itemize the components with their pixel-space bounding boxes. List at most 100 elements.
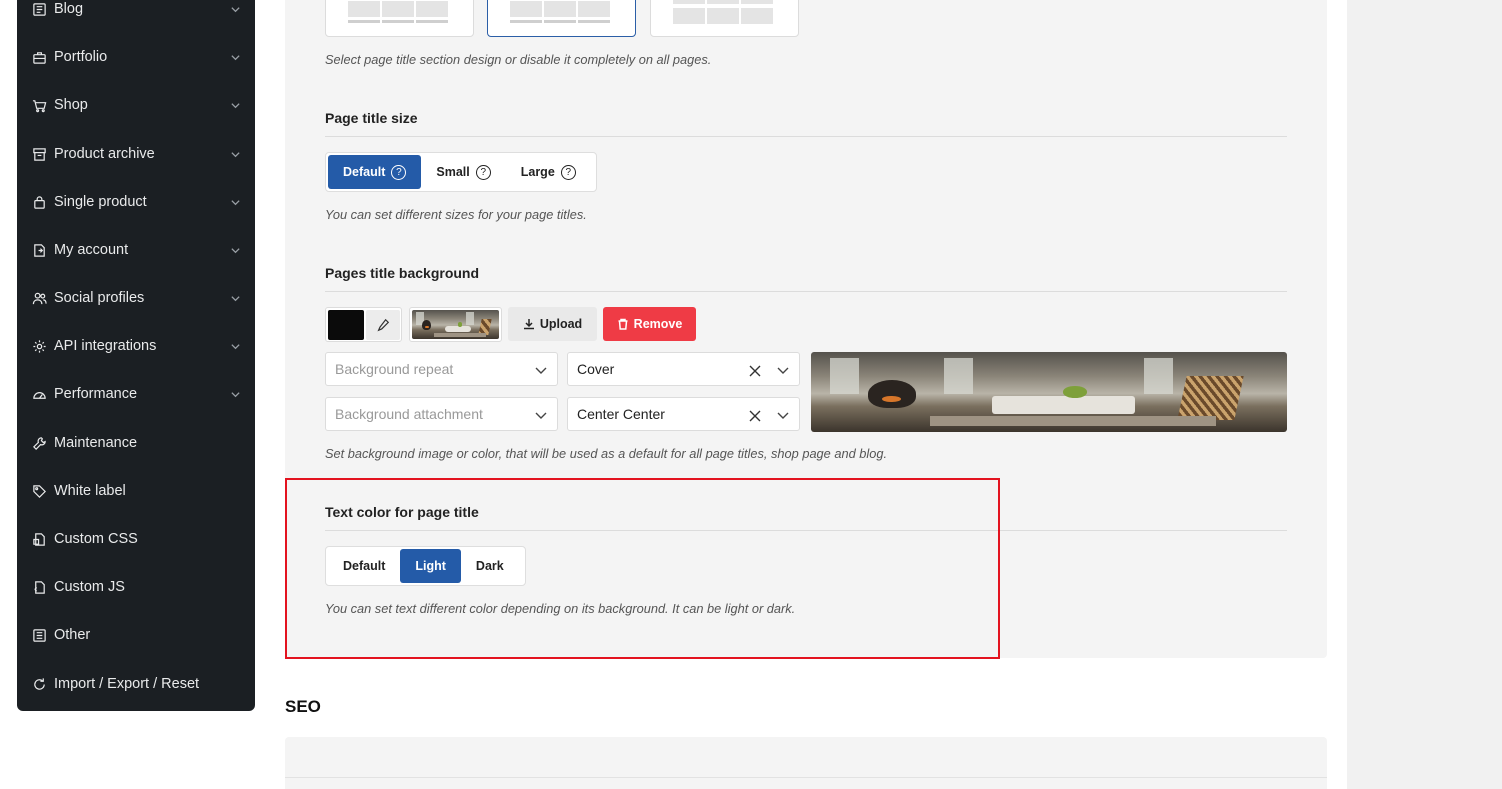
right-gutter [1347, 0, 1502, 789]
background-repeat-select[interactable]: Background repeat [325, 352, 558, 386]
sidebar-item-blog[interactable]: Blog [17, 0, 255, 29]
sidebar-item-import-export-reset[interactable]: Import / Export / Reset [17, 664, 255, 704]
size-option-large[interactable]: Large? [506, 155, 591, 189]
title-design-hint: Select page title section design or disa… [325, 52, 712, 67]
chevron-down-icon [230, 244, 241, 255]
close-icon[interactable] [749, 364, 761, 377]
blog-icon [32, 2, 47, 17]
list-icon [32, 628, 47, 643]
cart-icon [32, 98, 47, 113]
question-circle-icon: ? [475, 164, 491, 180]
divider [285, 777, 1327, 778]
sidebar-item-label: Custom CSS [54, 531, 138, 547]
sidebar-item-other[interactable]: Other [17, 615, 255, 655]
chevron-down-icon [230, 388, 241, 399]
wrench-icon [32, 436, 47, 451]
size-option-default[interactable]: Default? [328, 155, 422, 189]
page-title-size-hint: You can set different sizes for your pag… [325, 207, 587, 222]
js-file-icon [32, 580, 47, 595]
sidebar-item-label: Portfolio [54, 49, 108, 65]
sidebar-item-my-account[interactable]: My account [17, 230, 255, 270]
sidebar-item-label: API integrations [54, 338, 157, 354]
background-size-select[interactable]: Cover [567, 352, 800, 386]
title-design-option-1[interactable] [325, 0, 474, 37]
chevron-down-icon [230, 148, 241, 159]
background-attachment-select[interactable]: Background attachment [325, 397, 558, 431]
chevron-down-icon [230, 196, 241, 207]
people-icon [32, 291, 47, 306]
remove-button[interactable]: Remove [603, 307, 696, 341]
eyedropper-icon [377, 318, 390, 332]
chevron-down-icon [534, 408, 548, 422]
gear-icon [32, 339, 47, 354]
chevron-down-icon [534, 363, 548, 377]
page-title-size-heading: Page title size [325, 110, 418, 126]
sidebar-item-label: Performance [54, 386, 138, 402]
sidebar-item-label: My account [54, 242, 129, 258]
reset-icon [32, 677, 47, 692]
sidebar-item-white-label[interactable]: White label [17, 471, 255, 511]
sidebar-item-social-profiles[interactable]: Social profiles [17, 278, 255, 318]
briefcase-icon [32, 50, 47, 65]
close-icon[interactable] [749, 409, 761, 422]
sidebar-item-label: Import / Export / Reset [54, 676, 200, 692]
title-design-option-3[interactable] [650, 0, 799, 37]
seo-heading: SEO [285, 697, 321, 716]
settings-page: Blog Portfolio Shop Product archive Sing… [0, 0, 1502, 789]
background-hint: Set background image or color, that will… [325, 446, 888, 461]
chevron-down-icon [230, 3, 241, 14]
color-picker [325, 307, 402, 342]
eyedropper-button[interactable] [366, 310, 400, 340]
divider [325, 136, 1287, 137]
chevron-down-icon [230, 51, 241, 62]
chevron-down-icon [776, 408, 790, 422]
highlight-box [285, 478, 1000, 659]
bag-icon [32, 195, 47, 210]
option-label: Default [343, 165, 386, 179]
select-value: Center Center [577, 406, 665, 422]
option-label: Small [436, 165, 470, 179]
room-photo [412, 310, 499, 339]
color-swatch[interactable] [328, 310, 364, 340]
title-design-option-2[interactable] [487, 0, 636, 37]
size-option-small[interactable]: Small? [421, 155, 505, 189]
sidebar: Blog Portfolio Shop Product archive Sing… [17, 0, 255, 711]
tag-icon [32, 484, 47, 499]
question-circle-icon: ? [560, 164, 576, 180]
room-photo [811, 352, 1287, 432]
sidebar-item-label: Shop [54, 97, 88, 113]
sidebar-item-custom-css[interactable]: Custom CSS [17, 519, 255, 559]
chevron-down-icon [230, 99, 241, 110]
upload-button[interactable]: Upload [508, 307, 597, 341]
option-label: Large [520, 165, 555, 179]
account-icon [32, 243, 47, 258]
upload-label: Upload [539, 317, 583, 331]
sidebar-item-label: Product archive [54, 146, 155, 162]
sidebar-item-label: Blog [54, 1, 84, 17]
sidebar-item-single-product[interactable]: Single product [17, 182, 255, 222]
sidebar-item-label: White label [54, 483, 126, 499]
sidebar-item-portfolio[interactable]: Portfolio [17, 37, 255, 77]
sidebar-item-performance[interactable]: Performance [17, 374, 255, 414]
select-value: Cover [577, 361, 615, 377]
sidebar-item-api-integrations[interactable]: API integrations [17, 326, 255, 366]
archive-icon [32, 147, 47, 162]
css-file-icon [32, 532, 47, 547]
sidebar-item-label: Maintenance [54, 435, 138, 451]
chevron-down-icon [776, 363, 790, 377]
sidebar-item-maintenance[interactable]: Maintenance [17, 423, 255, 463]
background-image-thumbnail[interactable] [409, 307, 502, 342]
sidebar-item-label: Other [54, 627, 91, 643]
select-placeholder: Background repeat [335, 361, 454, 377]
chevron-down-icon [230, 292, 241, 303]
sidebar-item-shop[interactable]: Shop [17, 85, 255, 125]
sidebar-item-product-archive[interactable]: Product archive [17, 134, 255, 174]
sidebar-item-label: Social profiles [54, 290, 145, 306]
background-image-preview [811, 352, 1287, 432]
background-position-select[interactable]: Center Center [567, 397, 800, 431]
gauge-icon [32, 387, 47, 402]
chevron-down-icon [230, 340, 241, 351]
sidebar-item-custom-js[interactable]: Custom JS [17, 567, 255, 607]
page-title-size-selector: Default? Small? Large? [325, 152, 597, 192]
seo-panel [285, 737, 1327, 789]
